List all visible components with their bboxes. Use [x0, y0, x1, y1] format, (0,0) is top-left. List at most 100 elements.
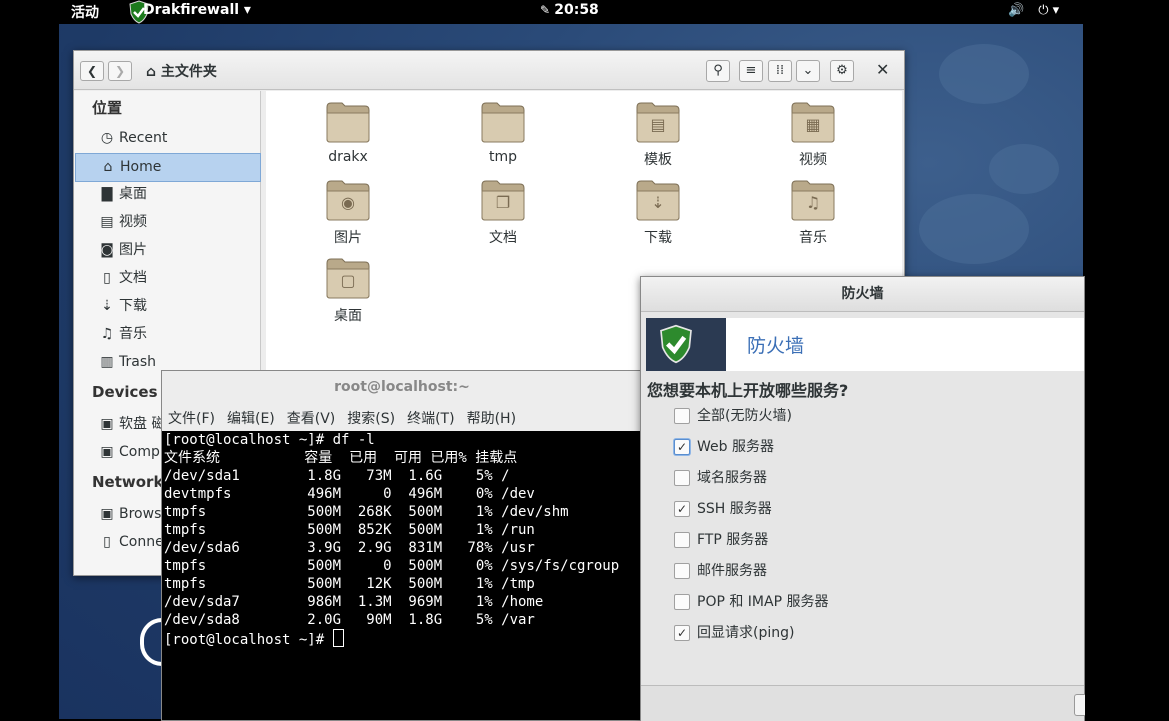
folder-emblem-icon: ▢ [340, 271, 356, 290]
folder-label: tmp [488, 149, 517, 165]
folder-item[interactable]: ❐ 文档 [443, 179, 563, 247]
wallpaper-leaf [919, 194, 1029, 264]
system-tray[interactable]: 🔊 ⏻ ▾ [1008, 3, 1059, 18]
folder-item[interactable]: ▤ 模板 [598, 101, 718, 169]
sidebar-item-label: 下载 [119, 298, 147, 314]
terminal-output[interactable]: [root@localhost ~]# df -l 文件系统 容量 已用 可用 已… [162, 431, 644, 720]
checkbox-unchecked[interactable] [674, 563, 690, 579]
service-label: POP 和 IMAP 服务器 [697, 594, 829, 610]
power-icon[interactable]: ⏻ ▾ [1038, 3, 1059, 18]
folder-item[interactable]: ⇣ 下载 [598, 179, 718, 247]
list-view-button[interactable]: ≡ [739, 60, 763, 82]
trash-icon: ▥ [100, 354, 114, 370]
grid-view-button[interactable]: ⁞⁞ [768, 60, 792, 82]
clock-label: 20:58 [554, 2, 599, 18]
download-icon: ⇣ [101, 298, 113, 314]
folder-item[interactable]: tmp [443, 101, 563, 165]
terminal-window: root@localhost:~ 文件(F) 编辑(E) 查看(V) 搜索(S) 终端(… [161, 370, 644, 721]
sidebar-item-label: 音乐 [119, 326, 147, 342]
checkbox-unchecked[interactable] [674, 470, 690, 486]
folder-label: 桌面 [334, 308, 362, 324]
dialog-button[interactable] [1074, 694, 1085, 716]
sidebar-item[interactable]: ⇣ 下载 [75, 293, 259, 320]
document-icon: ▯ [103, 270, 111, 286]
folder-item[interactable]: ▦ 视频 [753, 101, 873, 169]
terminal-menu-item[interactable]: 终端(T) [407, 407, 454, 431]
back-button[interactable]: ❮ [80, 61, 104, 81]
banner-icon-box [646, 318, 726, 371]
terminal-line: 文件系统 容量 已用 可用 已用% 挂载点 [164, 450, 518, 466]
terminal-cursor [332, 629, 344, 647]
volume-icon[interactable]: 🔊 [1008, 3, 1024, 18]
folder-item[interactable]: ♫ 音乐 [753, 179, 873, 247]
service-label: 回显请求(ping) [697, 625, 795, 641]
folder-icon [326, 102, 370, 143]
file-manager-header: ❮ ❯ ⌂ 主文件夹 ⚲ ≡ ⁞⁞ ⌄ ⚙ ✕ [74, 51, 904, 90]
app-menu[interactable]: Drakfirewall ▾ [143, 2, 251, 18]
terminal-line: tmpfs 500M 12K 500M 1% /tmp [164, 576, 535, 592]
firewall-window-title: 防火墙 [641, 277, 1084, 312]
terminal-menu-item[interactable]: 编辑(E) [227, 407, 275, 431]
sidebar-item[interactable]: ⌂ Home [75, 153, 261, 182]
connect-icon: ▯ [103, 534, 111, 550]
sidebar-item-label: Recent [119, 130, 168, 146]
chevron-right-icon: ❯ [114, 64, 126, 78]
checkbox-unchecked[interactable] [674, 408, 690, 424]
forward-button[interactable]: ❯ [108, 61, 132, 81]
terminal-title: root@localhost:~ [334, 379, 470, 395]
terminal-line: [root@localhost ~]# df -l [164, 432, 375, 448]
sidebar-item[interactable]: ◷ Recent [75, 125, 259, 152]
terminal-line: /dev/sda8 2.0G 90M 1.8G 5% /var [164, 612, 535, 628]
folder-item[interactable]: drakx [288, 101, 408, 165]
folder-label: 视频 [799, 152, 827, 168]
folder-emblem-icon: ⇣ [651, 193, 665, 212]
activities-button[interactable]: 活动 [71, 2, 99, 22]
computer-icon: ▣ [100, 444, 114, 460]
folder-emblem-icon: ▤ [650, 115, 666, 134]
sidebar-item-label: Brows [119, 506, 162, 522]
search-button[interactable]: ⚲ [706, 60, 730, 82]
folder-icon [481, 102, 525, 143]
service-label: 邮件服务器 [697, 563, 767, 579]
folder-label: 下载 [644, 230, 672, 246]
settings-button[interactable]: ⚙ [830, 60, 854, 82]
folder-label: 模板 [644, 152, 672, 168]
terminal-line: tmpfs 500M 0 500M 0% /sys/fs/cgroup [164, 558, 620, 574]
terminal-line: /dev/sda6 3.9G 2.9G 831M 78% /usr [164, 540, 535, 556]
service-label: 全部(无防火墙) [697, 408, 792, 424]
chevron-left-icon: ❮ [86, 64, 98, 78]
terminal-menu-item[interactable]: 查看(V) [287, 407, 336, 431]
wallpaper-leaf [989, 144, 1059, 194]
service-label: SSH 服务器 [697, 501, 772, 517]
checkbox-unchecked[interactable] [674, 532, 690, 548]
dialog-button-bar [641, 685, 1085, 721]
sidebar-item-label: 桌面 [119, 186, 147, 202]
folder-emblem-icon: ♫ [805, 193, 821, 212]
sidebar-item[interactable]: ♫ 音乐 [75, 321, 259, 348]
terminal-line: /dev/sda1 1.8G 73M 1.6G 5% / [164, 468, 510, 484]
sidebar-item[interactable]: ▇ 桌面 [75, 181, 259, 208]
top-bar: 活动 Drakfirewall ▾ ✎ 20:58 🔊 ⏻ ▾ [0, 0, 1169, 24]
sidebar-item[interactable]: ◙ 图片 [75, 237, 259, 264]
folder-item[interactable]: ▢ 桌面 [288, 257, 408, 325]
sidebar-item[interactable]: ▯ 文档 [75, 265, 259, 292]
checkbox-checked[interactable]: ✓ [674, 439, 690, 455]
services-question: 您想要本机上开放哪些服务? [647, 381, 849, 400]
terminal-menu-item[interactable]: 帮助(H) [467, 407, 516, 431]
folder-emblem-icon: ◉ [341, 193, 355, 212]
checkbox-checked[interactable]: ✓ [674, 625, 690, 641]
view-options-button[interactable]: ⌄ [796, 60, 820, 82]
places-header: 位置 [92, 99, 123, 117]
terminal-menu-item[interactable]: 搜索(S) [347, 407, 395, 431]
sidebar-item[interactable]: ▤ 视频 [75, 209, 259, 236]
path-bar-home[interactable]: ⌂ 主文件夹 [146, 61, 217, 81]
sidebar-item-label: 视频 [119, 214, 147, 230]
folder-item[interactable]: ◉ 图片 [288, 179, 408, 247]
close-button[interactable]: ✕ [876, 60, 889, 79]
clock[interactable]: ✎ 20:58 [540, 2, 599, 18]
checkbox-checked[interactable]: ✓ [674, 501, 690, 517]
checkbox-unchecked[interactable] [674, 594, 690, 610]
terminal-menu-item[interactable]: 文件(F) [168, 407, 215, 431]
notification-icon: ✎ [540, 3, 555, 17]
folder-label: 音乐 [799, 230, 827, 246]
